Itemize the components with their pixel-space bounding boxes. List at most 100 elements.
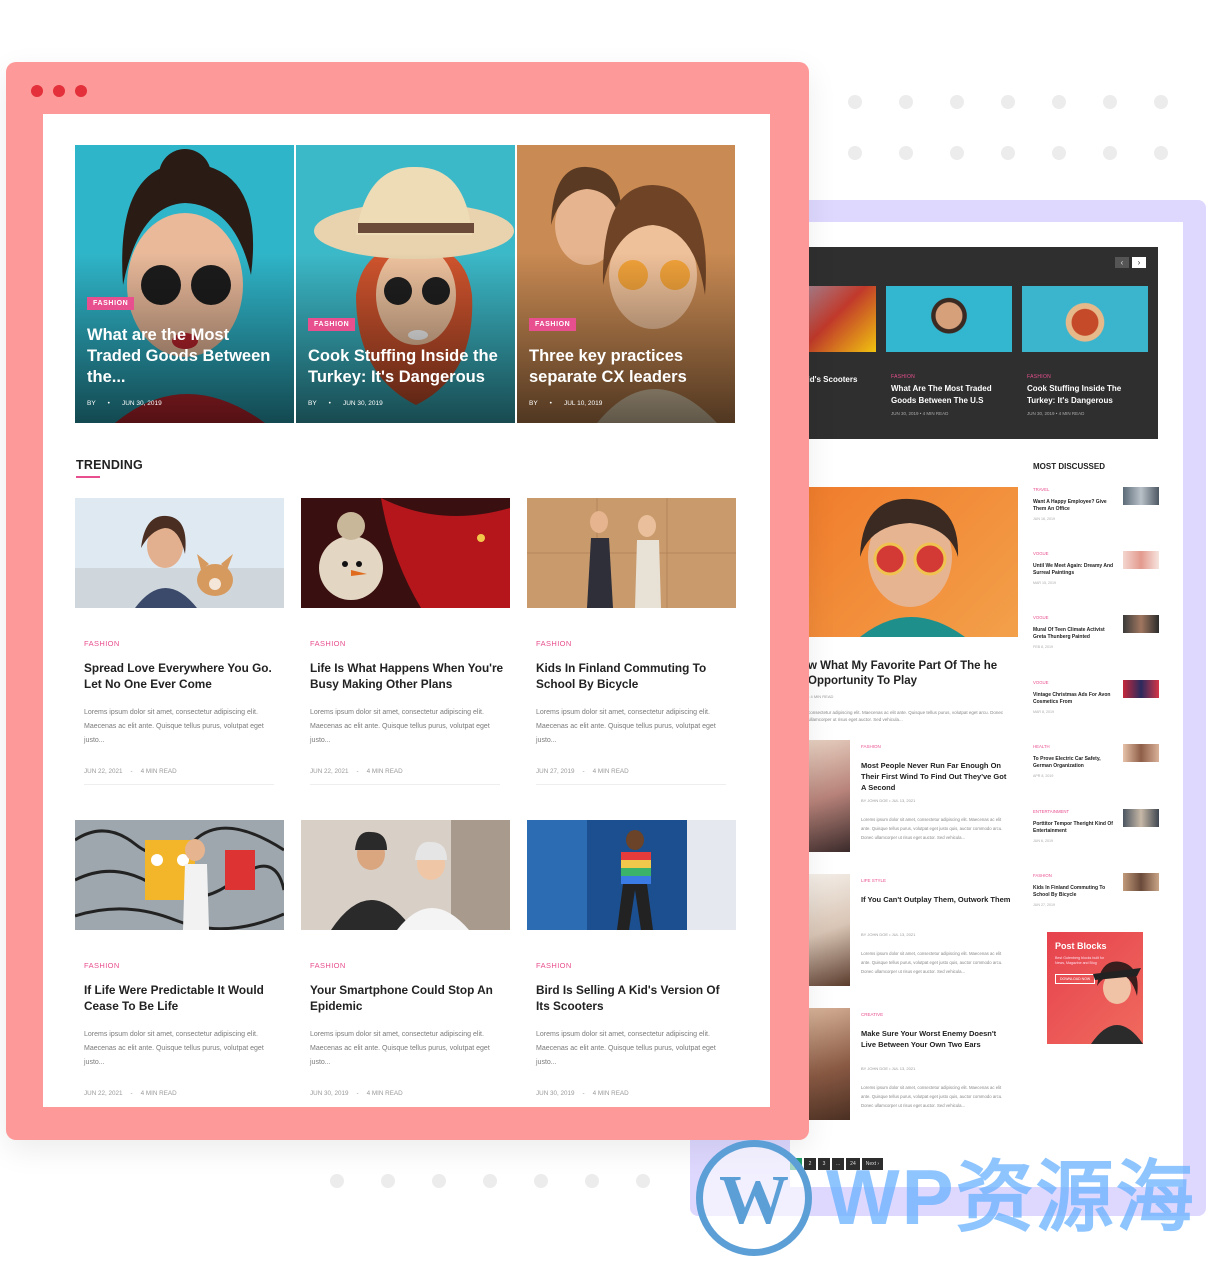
card-excerpt: Lorems ipsum dolor sit amet, consectetur… [84, 709, 264, 744]
card-title[interactable]: Bird Is Selling A Kid's Version Of Its S… [536, 982, 731, 1014]
card-image [527, 820, 736, 930]
post-category: LIFE STYLE [861, 878, 887, 883]
hero-dot: • [328, 400, 331, 407]
card-category[interactable]: FASHION [310, 639, 346, 648]
card-date: JUN 30, 2019 [310, 1090, 349, 1097]
slide[interactable]: FASHION Cook Stuffing Inside The Turkey:… [1022, 286, 1148, 436]
sidebar-item[interactable]: VOGUE Vintage Christmas Ads For Avon Cos… [1033, 680, 1159, 730]
card-category[interactable]: FASHION [84, 639, 120, 648]
hero-meta: BY • JUL 10, 2019 [529, 400, 602, 407]
sidebar-item[interactable]: FASHION Kids In Finland Commuting To Sch… [1033, 873, 1159, 923]
post-card[interactable]: FASHION Bird Is Selling A Kid's Version … [527, 820, 736, 1107]
card-image [301, 498, 510, 608]
card-excerpt: Lorems ipsum dolor sit amet, consectetur… [84, 1031, 264, 1066]
post-title[interactable]: Make Sure Your Worst Enemy Doesn't Live … [861, 1028, 1013, 1050]
sidebar-item[interactable]: VOGUE Until We Meet Again: Dreamy And Su… [1033, 551, 1159, 601]
slide-title[interactable]: What Are The Most Traded Goods Between T… [891, 383, 1007, 407]
hero-post[interactable]: FASHION What are the Most Traded Goods B… [75, 145, 294, 423]
sidebar-item-date: JUN 27, 2019 [1033, 903, 1055, 907]
card-meta-separator: - [582, 768, 585, 775]
card-excerpt: Lorems ipsum dolor sit amet, consectetur… [310, 709, 490, 744]
hero-author: BY [529, 400, 538, 407]
hero-shade [517, 253, 735, 423]
card-divider [536, 784, 726, 785]
post-meta: BY JOHN DOE • JUL 13, 2021 [861, 798, 916, 803]
slide-thumbnail [1022, 286, 1148, 352]
hero-title[interactable]: Three key practices separate CX leaders [529, 346, 719, 388]
sidebar-item-date: FEB 8, 2019 [1033, 645, 1053, 649]
card-date: JUN 27, 2019 [536, 768, 575, 775]
hero-post[interactable]: FASHION Cook Stuffing Inside the Turkey:… [296, 145, 515, 423]
section-title: TRENDING [76, 458, 143, 472]
card-title[interactable]: Your Smartphone Could Stop An Epidemic [310, 982, 505, 1014]
card-category[interactable]: FASHION [536, 961, 572, 970]
card-read-time: 4 MIN READ [140, 1090, 177, 1097]
card-excerpt: Lorems ipsum dolor sit amet, consectetur… [536, 709, 716, 744]
post-card[interactable]: FASHION Kids In Finland Commuting To Sch… [527, 498, 736, 788]
feature-photo [860, 498, 965, 637]
card-title[interactable]: Kids In Finland Commuting To School By B… [536, 660, 731, 692]
list-item[interactable]: FASHION Most People Never Run Far Enough… [808, 740, 1018, 855]
sidebar-item[interactable]: ENTERTAINMENT Porttitor Tempor Theright … [1033, 809, 1159, 859]
card-title[interactable]: Spread Love Everywhere You Go. Let No On… [84, 660, 279, 692]
hero-category-badge[interactable]: FASHION [529, 318, 577, 331]
card-meta-separator: - [130, 768, 133, 775]
slider-nav: ‹ › [1115, 257, 1146, 268]
card-category[interactable]: FASHION [536, 639, 572, 648]
card-category[interactable]: FASHION [310, 961, 346, 970]
sidebar-item-title[interactable]: Mural Of Teen Climate Activist Greta Thu… [1033, 627, 1117, 641]
sidebar-item[interactable]: VOGUE Mural Of Teen Climate Activist Gre… [1033, 615, 1159, 665]
ad-banner[interactable]: Post Blocks Best Gutenberg blocks built … [1047, 932, 1143, 1044]
hero-meta: BY • JUN 30, 2019 [308, 400, 383, 407]
hero-category-badge[interactable]: FASHION [87, 297, 135, 310]
slide-title[interactable]: Cook Stuffing Inside The Turkey: It's Da… [1027, 383, 1143, 407]
card-title[interactable]: Life Is What Happens When You're Busy Ma… [310, 660, 505, 692]
hero-post[interactable]: FASHION Three key practices separate CX … [517, 145, 735, 423]
post-slider: ‹ › A Kid's Scooters READ FASHION What A… [790, 247, 1158, 439]
sidebar-item-title[interactable]: Want A Happy Employee? Give Them An Offi… [1033, 499, 1117, 513]
card-excerpt: Lorems ipsum dolor sit amet, consectetur… [310, 1031, 490, 1066]
sidebar-item-title[interactable]: Until We Meet Again: Dreamy And Surreal … [1033, 563, 1117, 577]
post-category: CREATIVE [861, 1012, 884, 1017]
post-title[interactable]: If You Can't Outplay Them, Outwork Them [861, 894, 1013, 905]
post-thumbnail [808, 874, 850, 986]
sidebar-item-date: MAR 8, 2019 [1033, 710, 1054, 714]
post-card[interactable]: FASHION Spread Love Everywhere You Go. L… [75, 498, 284, 788]
hero-title[interactable]: Cook Stuffing Inside the Turkey: It's Da… [308, 346, 508, 388]
sidebar-item-thumbnail [1123, 809, 1159, 827]
sidebar-item-date: MAR 15, 2019 [1033, 581, 1056, 585]
hero-dot: • [107, 400, 110, 407]
post-excerpt: Lorems ipsum dolor sit amet, consectetur… [861, 951, 1003, 974]
post-card[interactable]: FASHION Your Smartphone Could Stop An Ep… [301, 820, 510, 1107]
sidebar-item[interactable]: TRAVEL Want A Happy Employee? Give Them … [1033, 487, 1159, 537]
hero-title[interactable]: What are the Most Traded Goods Between t… [87, 325, 287, 388]
window-close-dot[interactable] [31, 85, 43, 97]
feature-image[interactable] [790, 487, 1018, 637]
slider-prev-button[interactable]: ‹ [1115, 257, 1129, 268]
sidebar-item-date: APR 8, 2019 [1033, 774, 1054, 778]
feature-title[interactable]: w What My Favorite Part Of The he Opport… [808, 659, 1028, 689]
card-image [527, 498, 736, 608]
post-excerpt: Lorems ipsum dolor sit amet, consectetur… [861, 817, 1003, 840]
list-item[interactable]: CREATIVE Make Sure Your Worst Enemy Does… [808, 1008, 1018, 1123]
card-category[interactable]: FASHION [84, 961, 120, 970]
hero-author: BY [308, 400, 317, 407]
post-title[interactable]: Most People Never Run Far Enough On Thei… [861, 760, 1013, 793]
sidebar-item[interactable]: HEALTH To Prove Electric Car Safety, Ger… [1033, 744, 1159, 794]
window-maximize-dot[interactable] [75, 85, 87, 97]
sidebar-item-title[interactable]: To Prove Electric Car Safety, German Org… [1033, 756, 1117, 770]
sidebar-item-title[interactable]: Kids In Finland Commuting To School By B… [1033, 885, 1117, 899]
sidebar-item-thumbnail [1123, 615, 1159, 633]
sidebar-item-title[interactable]: Vintage Christmas Ads For Avon Cosmetics… [1033, 692, 1117, 706]
slider-next-button[interactable]: › [1132, 257, 1146, 268]
window-minimize-dot[interactable] [53, 85, 65, 97]
list-item[interactable]: LIFE STYLE If You Can't Outplay Them, Ou… [808, 874, 1018, 989]
card-title[interactable]: If Life Were Predictable It Would Cease … [84, 982, 279, 1014]
sidebar-item-title[interactable]: Porttitor Tempor Theright Kind Of Entert… [1033, 821, 1117, 835]
hero-category-badge[interactable]: FASHION [308, 318, 356, 331]
sidebar-item-date: JUN 6, 2019 [1033, 839, 1053, 843]
slide[interactable]: FASHION What Are The Most Traded Goods B… [886, 286, 1012, 436]
post-card[interactable]: FASHION If Life Were Predictable It Woul… [75, 820, 284, 1107]
post-card[interactable]: FASHION Life Is What Happens When You're… [301, 498, 510, 788]
card-meta-separator: - [356, 768, 359, 775]
